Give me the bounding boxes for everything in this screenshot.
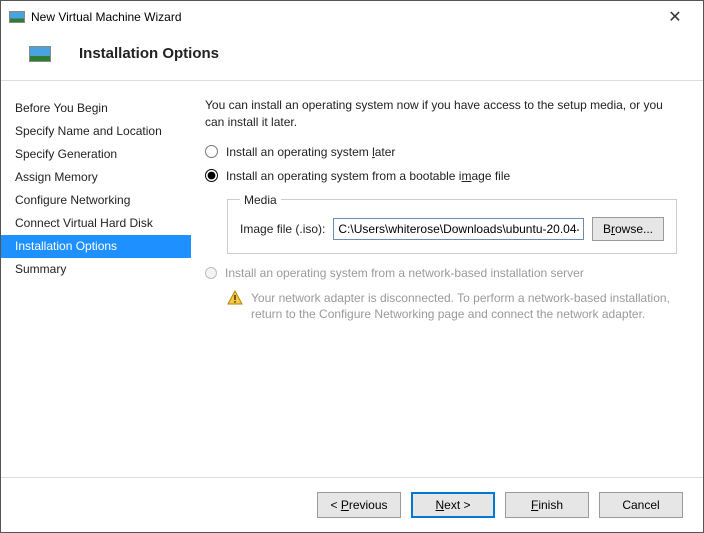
finish-button[interactable]: Finish: [505, 492, 589, 518]
step-connect-vhd[interactable]: Connect Virtual Hard Disk: [1, 212, 191, 235]
app-icon: [9, 11, 25, 23]
network-warning-text: Your network adapter is disconnected. To…: [251, 290, 683, 324]
close-icon[interactable]: ✕: [655, 7, 695, 27]
network-warning: Your network adapter is disconnected. To…: [227, 290, 683, 324]
window-title: New Virtual Machine Wizard: [31, 10, 655, 24]
wizard-window: New Virtual Machine Wizard ✕ Installatio…: [0, 0, 704, 533]
option-install-image-label: Install an operating system from a boota…: [226, 169, 510, 183]
wizard-steps-sidebar: Before You Begin Specify Name and Locati…: [1, 81, 191, 477]
titlebar: New Virtual Machine Wizard ✕: [1, 1, 703, 33]
previous-button[interactable]: < Previous: [317, 492, 401, 518]
cancel-button[interactable]: Cancel: [599, 492, 683, 518]
media-legend: Media: [240, 193, 281, 207]
warning-icon: [227, 290, 243, 306]
step-summary[interactable]: Summary: [1, 258, 191, 281]
wizard-icon: [29, 46, 51, 62]
image-file-label: Image file (.iso):: [240, 222, 325, 236]
radio-install-network: [205, 267, 217, 279]
image-file-path-input[interactable]: [333, 218, 584, 240]
wizard-content: You can install an operating system now …: [191, 81, 703, 477]
step-specify-generation[interactable]: Specify Generation: [1, 143, 191, 166]
intro-text: You can install an operating system now …: [205, 97, 683, 131]
radio-install-later[interactable]: [205, 145, 218, 158]
browse-button[interactable]: Browse...: [592, 217, 664, 241]
step-before-you-begin[interactable]: Before You Begin: [1, 97, 191, 120]
step-installation-options[interactable]: Installation Options: [1, 235, 191, 258]
option-install-later-label: Install an operating system later: [226, 145, 395, 159]
media-group: Media Image file (.iso): Browse...: [227, 193, 677, 254]
option-install-image[interactable]: Install an operating system from a boota…: [205, 169, 683, 183]
option-install-later[interactable]: Install an operating system later: [205, 145, 683, 159]
step-assign-memory[interactable]: Assign Memory: [1, 166, 191, 189]
option-install-network-label: Install an operating system from a netwo…: [225, 266, 584, 280]
option-install-network: Install an operating system from a netwo…: [205, 266, 683, 280]
wizard-header: Installation Options: [1, 33, 703, 81]
wizard-body: Before You Begin Specify Name and Locati…: [1, 81, 703, 477]
wizard-footer: < Previous Next > Finish Cancel: [1, 477, 703, 532]
step-configure-networking[interactable]: Configure Networking: [1, 189, 191, 212]
next-button[interactable]: Next >: [411, 492, 495, 518]
radio-install-image[interactable]: [205, 169, 218, 182]
page-title: Installation Options: [79, 45, 219, 62]
step-specify-name-location[interactable]: Specify Name and Location: [1, 120, 191, 143]
